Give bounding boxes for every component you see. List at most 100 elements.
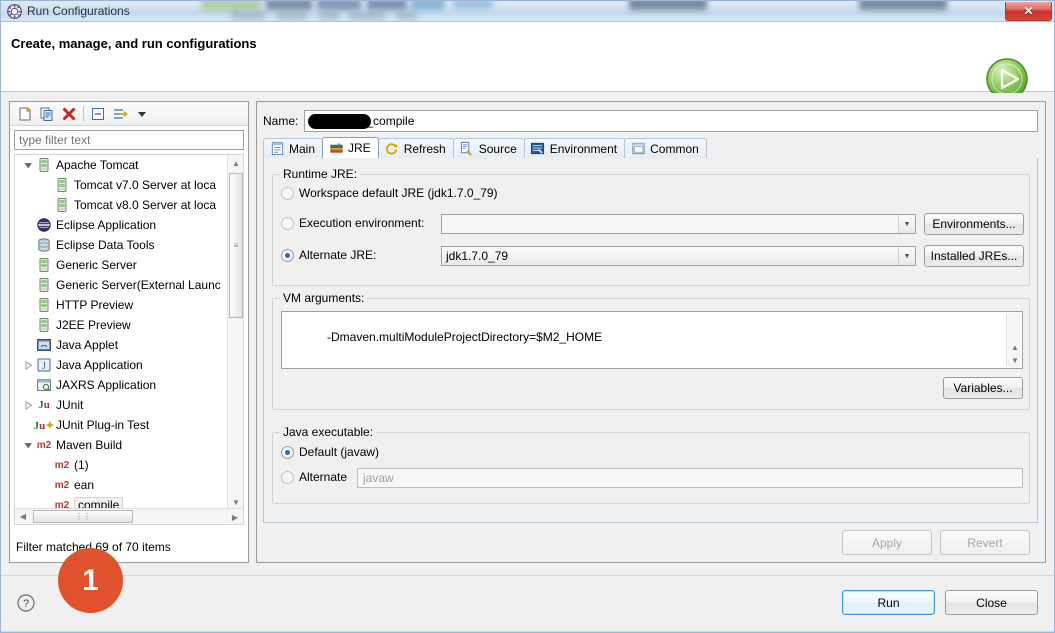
alternate-jre-value: jdk1.7.0_79: [446, 249, 509, 263]
tree-item-label: (1): [74, 458, 89, 472]
tree-item-tomcat-v7-0-server-at-loca[interactable]: Tomcat v7.0 Server at loca: [15, 175, 228, 195]
tab-label: Source: [478, 141, 517, 156]
new-launch-configuration-icon[interactable]: [14, 104, 36, 124]
chevron-down-icon[interactable]: [131, 104, 153, 124]
delete-launch-configuration-icon[interactable]: [58, 104, 80, 124]
tree-vertical-scrollbar[interactable]: ▲ ≡ ▼: [227, 155, 243, 510]
tree-scroll-area: Apache Tomcat Tomcat v7.0 Server at loca T…: [15, 155, 228, 510]
configuration-editor-panel: Name: _compile Main JRE Refresh Source Envir…: [256, 101, 1046, 563]
tree-item-generic-server[interactable]: Generic Server: [15, 255, 228, 275]
tree-item-label: JAXRS Application: [56, 378, 157, 392]
tree-horizontal-scroll-thumb[interactable]: ⋮⋮: [33, 510, 133, 523]
tree-item-tomcat-v8-0-server-at-loca[interactable]: Tomcat v8.0 Server at loca: [15, 195, 228, 215]
filter-status-text: Filter matched 69 of 70 items: [16, 540, 171, 554]
tree-item-label: Eclipse Data Tools: [56, 238, 155, 252]
scroll-right-arrow-icon[interactable]: ▶: [227, 509, 243, 524]
tab-main[interactable]: Main: [263, 138, 324, 158]
vm-arguments-group-title: VM arguments:: [280, 291, 368, 305]
scroll-up-arrow-icon[interactable]: ▲: [228, 155, 243, 171]
runtime-jre-group: Runtime JRE: Workspace default JRE (jdk1…: [272, 167, 1030, 286]
filter-input[interactable]: [14, 130, 244, 150]
tree-item-junit[interactable]: Ju JUnit: [15, 395, 228, 415]
aero-blur-fragment: [397, 11, 417, 20]
tree-item-generic-server-external-launc[interactable]: Generic Server(External Launc: [15, 275, 228, 295]
maven-icon: m2: [36, 439, 52, 451]
expand-arrow-right-icon[interactable]: [21, 395, 35, 415]
tab-refresh[interactable]: Refresh: [377, 138, 454, 158]
filter-launch-configurations-icon[interactable]: [109, 104, 131, 124]
tree-item-j2ee-preview[interactable]: J2EE Preview: [15, 315, 228, 335]
expand-arrow-down-icon[interactable]: [21, 155, 35, 175]
tree-item-java-application[interactable]: J Java Application: [15, 355, 228, 375]
expand-arrow-right-icon[interactable]: [21, 355, 35, 375]
tree-item-ean[interactable]: m2 ean: [15, 475, 228, 495]
window-close-button[interactable]: ✕: [1005, 2, 1052, 21]
server-icon: [35, 156, 53, 174]
variables-button-label: Variables...: [953, 381, 1013, 395]
alternate-jre-combo[interactable]: jdk1.7.0_79 ▼: [441, 246, 916, 266]
close-button[interactable]: Close: [945, 590, 1038, 615]
tree-item-eclipse-application[interactable]: Eclipse Application: [15, 215, 228, 235]
tree-item-1[interactable]: m2 (1): [15, 455, 228, 475]
environment-tab-icon: [530, 141, 546, 157]
tree-item-java-applet[interactable]: Java Applet: [15, 335, 228, 355]
database-icon: [35, 236, 53, 254]
apply-button[interactable]: Apply: [842, 530, 932, 555]
tree-item-eclipse-data-tools[interactable]: Eclipse Data Tools: [15, 235, 228, 255]
dialog-footer: ? Run Close: [1, 575, 1054, 632]
tree-toolbar: [10, 102, 248, 126]
server-icon: [35, 296, 53, 314]
scroll-down-arrow-icon[interactable]: ▼: [1007, 354, 1022, 367]
tree-item-jaxrs-application[interactable]: JAXRS Application: [15, 375, 228, 395]
tree-item-apache-tomcat[interactable]: Apache Tomcat: [15, 155, 228, 175]
tree-item-label: Java Application: [56, 358, 143, 372]
tree-item-label: Generic Server: [56, 258, 137, 272]
environments-button[interactable]: Environments...: [924, 213, 1024, 235]
scroll-left-arrow-icon[interactable]: ◀: [15, 509, 31, 525]
tab-environment[interactable]: Environment: [523, 138, 626, 158]
tab-source[interactable]: Source: [452, 138, 525, 158]
installed-jres-button[interactable]: Installed JREs...: [924, 245, 1024, 267]
tree-item-maven-build[interactable]: m2 Maven Build: [15, 435, 228, 455]
duplicate-launch-configuration-icon[interactable]: [36, 104, 58, 124]
tree-item-junit-plug-in-test[interactable]: Ju✦ JUnit Plug-in Test: [15, 415, 228, 435]
expand-arrow-down-icon[interactable]: [21, 435, 35, 455]
revert-button[interactable]: Revert: [940, 530, 1030, 555]
scroll-up-arrow-icon[interactable]: ▲: [1007, 341, 1022, 354]
launch-configurations-tree[interactable]: Apache Tomcat Tomcat v7.0 Server at loca T…: [14, 154, 244, 525]
tree-horizontal-scrollbar[interactable]: ◀ ⋮⋮ ▶: [15, 508, 243, 524]
variables-button[interactable]: Variables...: [943, 377, 1023, 399]
aero-blur-fragment: [629, 1, 707, 10]
java-executable-alternate-radio[interactable]: Alternate: [281, 470, 347, 484]
workspace-default-jre-radio[interactable]: Workspace default JRE (jdk1.7.0_79): [281, 186, 498, 200]
run-button-label: Run: [877, 595, 900, 610]
alternate-jre-radio[interactable]: Alternate JRE:: [281, 248, 376, 262]
java-executable-default-radio[interactable]: Default (javaw): [281, 445, 379, 459]
help-question-icon[interactable]: ?: [17, 594, 35, 612]
collapse-all-icon[interactable]: [87, 104, 109, 124]
aero-blur-fragment: [266, 1, 312, 10]
radio-indicator: [281, 445, 294, 459]
svg-text:?: ?: [23, 598, 29, 610]
execution-environment-radio[interactable]: Execution environment:: [281, 216, 424, 230]
tree-item-label: J2EE Preview: [56, 318, 131, 332]
java-executable-default-label: Default (javaw): [299, 445, 380, 459]
tab-label: Common: [650, 141, 699, 156]
execution-environment-combo[interactable]: ▼: [441, 214, 916, 234]
vm-arguments-scrollbar[interactable]: ▲ ▼: [1006, 313, 1021, 367]
vm-arguments-textarea[interactable]: -Dmaven.multiModuleProjectDirectory=$M2_…: [281, 311, 1023, 369]
tree-item-http-preview[interactable]: HTTP Preview: [15, 295, 228, 315]
vm-arguments-value: -Dmaven.multiModuleProjectDirectory=$M2_…: [327, 330, 603, 344]
java-executable-alternate-input[interactable]: javaw: [357, 468, 1023, 488]
tab-common[interactable]: Common: [624, 138, 707, 158]
tab-label: JRE: [348, 141, 371, 155]
tree-vertical-scroll-thumb[interactable]: ≡: [229, 173, 243, 318]
name-input[interactable]: _compile: [304, 110, 1038, 132]
run-button[interactable]: Run: [842, 590, 935, 615]
tab-jre[interactable]: JRE: [322, 137, 379, 158]
